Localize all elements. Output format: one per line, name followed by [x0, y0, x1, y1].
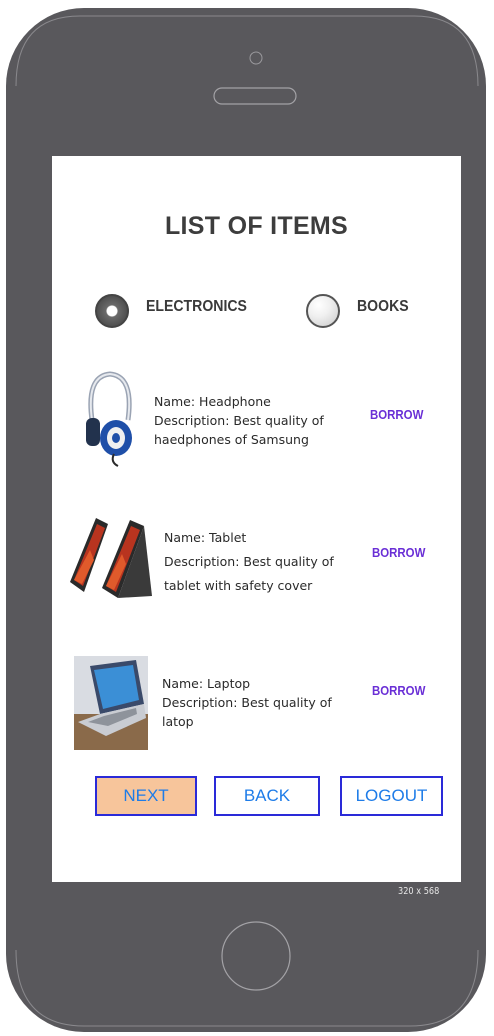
item-description-line: latop [162, 714, 194, 729]
item-name: Name: Headphone [154, 394, 271, 409]
item-description-line: Description: Best quality of [154, 413, 324, 428]
logout-button[interactable]: LOGOUT [340, 776, 443, 816]
headphone-image [86, 371, 132, 467]
back-button[interactable]: BACK [214, 776, 320, 816]
tablet-image [70, 518, 152, 598]
item-description: Name: Headphone Description: Best qualit… [154, 392, 324, 449]
item-description-line: Description: Best quality of [162, 695, 332, 710]
radio-electronics[interactable] [95, 294, 129, 328]
borrow-button[interactable]: BORROW [372, 683, 425, 698]
laptop-image [74, 656, 148, 750]
screen-size-label: 320 x 568 [398, 886, 440, 897]
next-button[interactable]: NEXT [95, 776, 197, 816]
borrow-button[interactable]: BORROW [372, 545, 425, 560]
item-name: Name: Tablet [164, 530, 247, 545]
radio-books[interactable] [306, 294, 340, 328]
borrow-button[interactable]: BORROW [370, 407, 423, 422]
item-description-line: Description: Best quality of [164, 554, 334, 569]
page-title: LIST OF ITEMS [164, 212, 349, 240]
item-description: Name: Laptop Description: Best quality o… [162, 674, 332, 731]
phone-frame: LIST OF ITEMS ELECTRONICS BOOKS Name: He… [0, 0, 494, 1036]
item-description: Name: Tablet Description: Best quality o… [164, 526, 334, 598]
app-screen: LIST OF ITEMS ELECTRONICS BOOKS Name: He… [52, 156, 461, 882]
item-description-line: haedphones of Samsung [154, 432, 309, 447]
radio-electronics-label[interactable]: ELECTRONICS [146, 298, 247, 316]
item-description-line: tablet with safety cover [164, 578, 313, 593]
radio-books-label[interactable]: BOOKS [357, 298, 409, 316]
item-name: Name: Laptop [162, 676, 251, 691]
